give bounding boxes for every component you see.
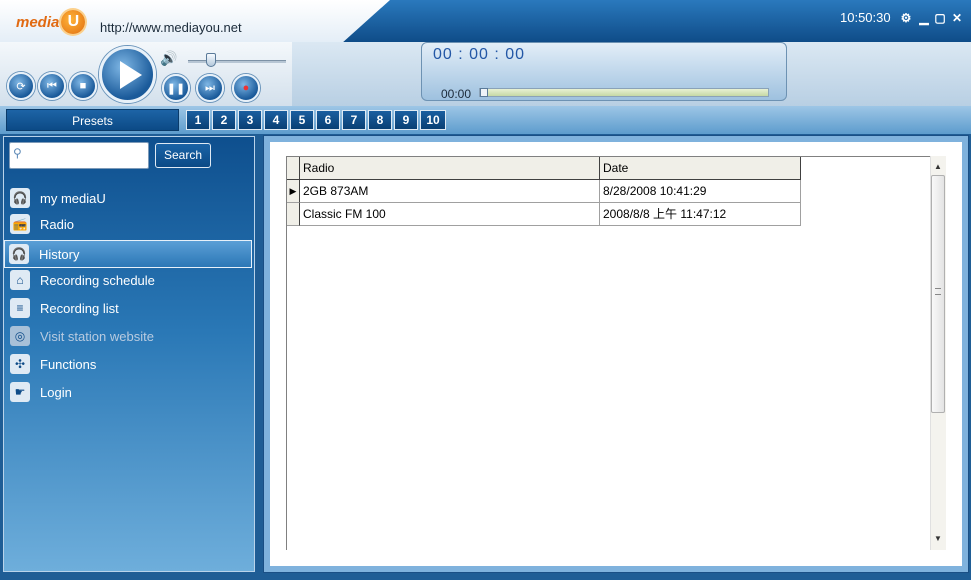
table-body: ▶ 2GB 873AM 8/28/2008 10:41:29 Classic FM 1… bbox=[287, 180, 930, 226]
previous-icon: ⏮ bbox=[47, 79, 57, 92]
cell-date[interactable]: 8/28/2008 10:41:29 bbox=[600, 180, 801, 203]
history-table: Radio Date ▶ 2GB 873AM 8/28/2008 10:41:29 C… bbox=[286, 156, 930, 550]
scroll-up-icon[interactable]: ▲ bbox=[931, 160, 945, 174]
sidebar-item-functions[interactable]: ✣ Functions bbox=[6, 351, 252, 377]
cell-radio[interactable]: Classic FM 100 bbox=[300, 203, 600, 226]
presets-tab[interactable]: Presets bbox=[6, 109, 179, 131]
sidebar-item-recording-list[interactable]: ≡ Recording list bbox=[6, 295, 252, 321]
volume-icon[interactable]: 🔊 bbox=[160, 50, 178, 66]
minimize-icon[interactable]: ▁ bbox=[917, 11, 931, 25]
globe-icon: ◎ bbox=[10, 326, 30, 346]
refresh-button[interactable]: ⟳ bbox=[7, 72, 35, 100]
next-icon: ⏭ bbox=[205, 81, 215, 94]
pause-button[interactable]: ❚❚ bbox=[162, 74, 190, 102]
preset-button-3[interactable]: 3 bbox=[238, 110, 262, 130]
login-hand-icon: ☛ bbox=[10, 382, 30, 402]
logo-text: media bbox=[16, 13, 60, 31]
stop-icon: ■ bbox=[79, 80, 87, 92]
grip-icon bbox=[935, 288, 941, 295]
sidebar-item-history[interactable]: 🎧 History bbox=[4, 240, 252, 268]
preset-button-6[interactable]: 6 bbox=[316, 110, 340, 130]
scroll-down-icon[interactable]: ▼ bbox=[931, 532, 945, 546]
sidebar-item-label: Recording schedule bbox=[40, 272, 155, 288]
search-icon: ⚲ bbox=[13, 146, 22, 160]
scrollbar-thumb[interactable] bbox=[931, 175, 945, 413]
progress-handle[interactable] bbox=[480, 88, 488, 97]
cell-radio[interactable]: 2GB 873AM bbox=[300, 180, 600, 203]
sidebar-item-radio[interactable]: 📻 Radio bbox=[6, 211, 252, 237]
settings-icon[interactable]: ⚙ bbox=[899, 11, 913, 25]
app-logo: media U bbox=[16, 8, 86, 36]
radio-waves-icon: 📻 bbox=[10, 214, 30, 234]
sidebar-item-label: Functions bbox=[40, 356, 97, 372]
tape-icon: ⌂ bbox=[10, 270, 30, 290]
elapsed-time: 00:00 bbox=[441, 87, 472, 101]
row-selector[interactable]: ▶ bbox=[287, 180, 300, 203]
preset-button-9[interactable]: 9 bbox=[394, 110, 418, 130]
pause-icon: ❚❚ bbox=[166, 82, 186, 95]
table-header: Radio Date bbox=[287, 157, 930, 180]
play-button[interactable] bbox=[99, 46, 156, 103]
previous-button[interactable]: ⏮ bbox=[38, 72, 66, 100]
column-header-date[interactable]: Date bbox=[600, 157, 801, 180]
cell-date[interactable]: 2008/8/8 上午 11:47:12 bbox=[600, 203, 801, 226]
refresh-icon: ⟳ bbox=[16, 80, 26, 93]
functions-icon: ✣ bbox=[10, 354, 30, 374]
preset-button-7[interactable]: 7 bbox=[342, 110, 366, 130]
progress-bar[interactable] bbox=[479, 88, 769, 97]
record-icon: ● bbox=[242, 82, 250, 94]
headphones-icon: 🎧 bbox=[9, 244, 29, 264]
logo-u-badge: U bbox=[61, 10, 86, 34]
next-button[interactable]: ⏭ bbox=[196, 74, 224, 102]
sidebar-item-visit-station-website: ◎ Visit station website bbox=[6, 323, 252, 349]
preset-button-8[interactable]: 8 bbox=[368, 110, 392, 130]
row-header-corner bbox=[287, 157, 300, 180]
sidebar-item-my-mediau[interactable]: 🎧 my mediaU bbox=[6, 185, 252, 211]
sidebar-item-label: my mediaU bbox=[40, 190, 106, 206]
record-button[interactable]: ● bbox=[232, 74, 260, 102]
sidebar-item-label: Login bbox=[40, 384, 72, 400]
column-header-radio[interactable]: Radio bbox=[300, 157, 600, 180]
volume-slider-track[interactable] bbox=[188, 60, 286, 63]
maximize-icon[interactable]: ▢ bbox=[933, 11, 947, 25]
preset-button-10[interactable]: 10 bbox=[420, 110, 446, 130]
sidebar-item-label: Radio bbox=[40, 216, 74, 232]
site-url-link[interactable]: http://www.mediayou.net bbox=[100, 20, 242, 35]
search-input[interactable] bbox=[9, 142, 149, 169]
sidebar-item-login[interactable]: ☛ Login bbox=[6, 379, 252, 405]
sidebar-item-label: Visit station website bbox=[40, 328, 154, 344]
stop-button[interactable]: ■ bbox=[69, 72, 97, 100]
preset-button-5[interactable]: 5 bbox=[290, 110, 314, 130]
sidebar-item-label: History bbox=[39, 246, 80, 262]
preset-button-2[interactable]: 2 bbox=[212, 110, 236, 130]
sidebar-item-recording-schedule[interactable]: ⌂ Recording schedule bbox=[6, 267, 252, 293]
table-row[interactable]: Classic FM 100 2008/8/8 上午 11:47:12 bbox=[287, 203, 930, 226]
row-selector[interactable] bbox=[287, 203, 300, 226]
close-icon[interactable]: ✕ bbox=[950, 11, 964, 25]
list-icon: ≡ bbox=[10, 298, 30, 318]
volume-slider-handle[interactable] bbox=[205, 53, 216, 67]
table-row[interactable]: ▶ 2GB 873AM 8/28/2008 10:41:29 bbox=[287, 180, 930, 203]
display-time: 00 : 00 : 00 bbox=[433, 46, 526, 63]
play-icon bbox=[119, 60, 142, 89]
preset-button-1[interactable]: 1 bbox=[186, 110, 210, 130]
preset-button-4[interactable]: 4 bbox=[264, 110, 288, 130]
search-button[interactable]: Search bbox=[155, 143, 211, 168]
current-row-indicator-icon: ▶ bbox=[289, 186, 297, 196]
sidebar-item-label: Recording list bbox=[40, 300, 119, 316]
headphones-u-icon: 🎧 bbox=[10, 188, 30, 208]
clock: 10:50:30 bbox=[840, 10, 891, 25]
